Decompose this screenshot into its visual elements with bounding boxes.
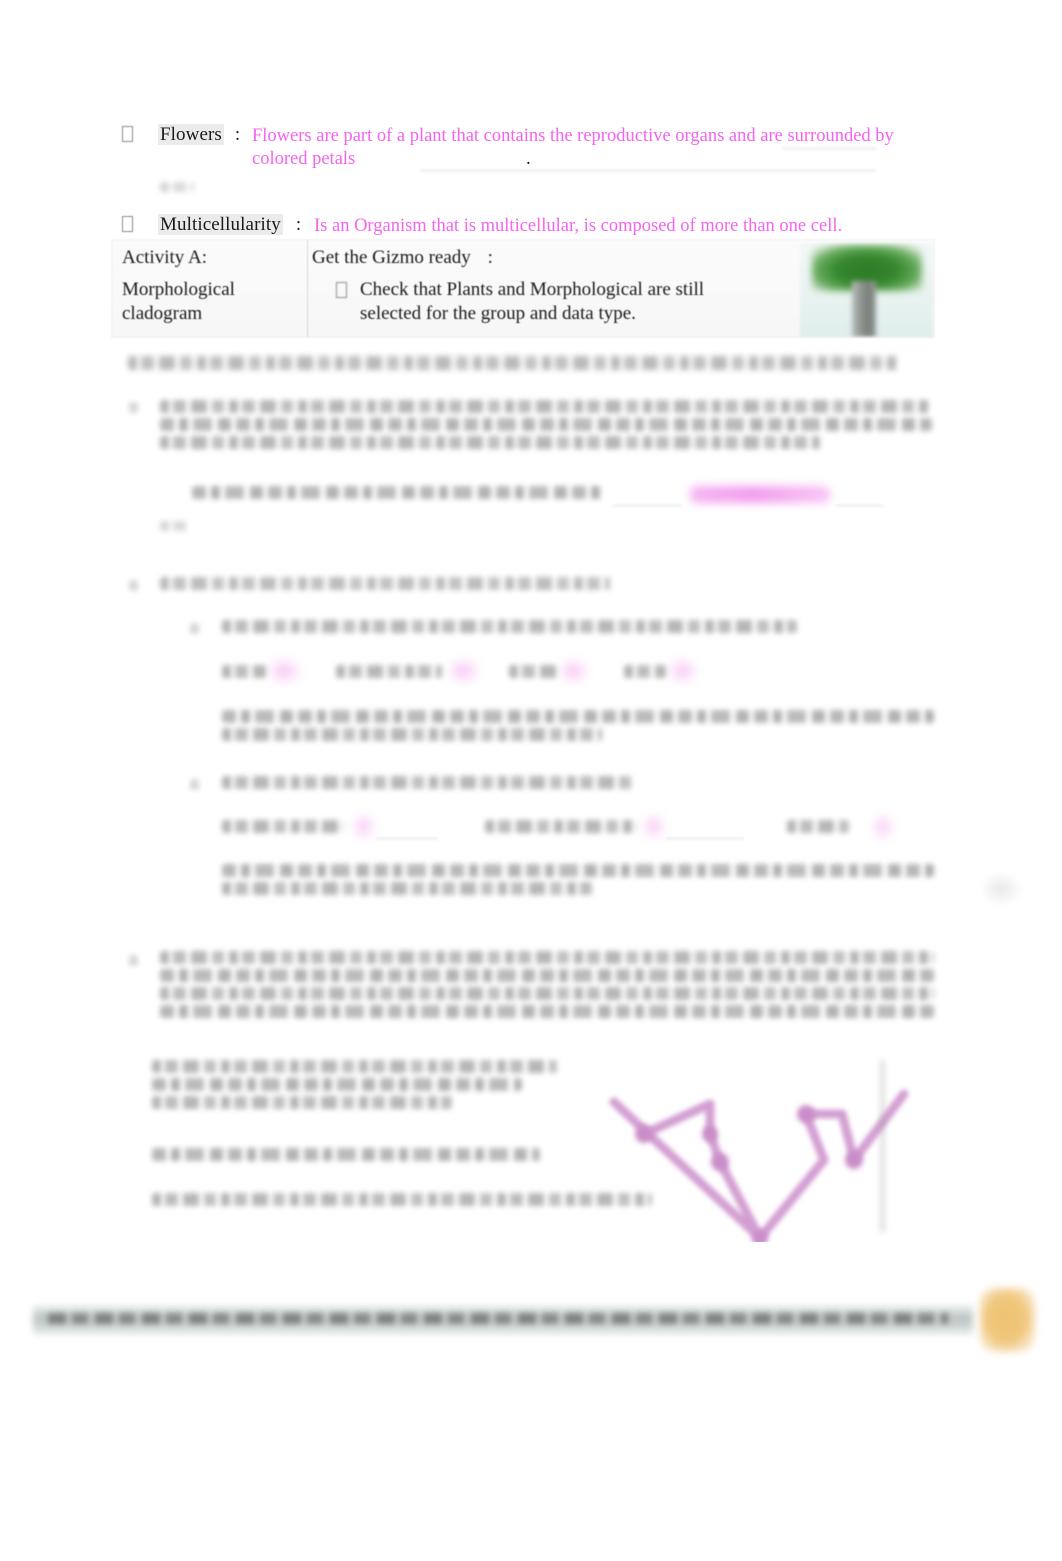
vocab-colon: :	[295, 214, 302, 235]
gizmo-ready-heading: Get the Gizmo ready :	[312, 246, 812, 270]
cladogram-node-2	[702, 1126, 718, 1142]
item-1-pink-answer[interactable]	[690, 486, 830, 503]
item-2a-label-1-redacted	[222, 665, 266, 683]
item-2b-label-3-redacted	[787, 820, 849, 838]
item-2b-pink-answer-3[interactable]	[876, 818, 890, 836]
item-3-sub-a-redacted	[152, 1060, 557, 1114]
page-margin-smudge	[980, 872, 1022, 906]
green-tree-illustration	[800, 243, 933, 337]
tree-trunk-icon	[852, 281, 876, 337]
item-2-heading-redacted	[160, 577, 610, 595]
footer-corner-mark-icon	[980, 1288, 1035, 1352]
item-2a-pink-answer-1[interactable]	[272, 663, 298, 679]
redacted-fragment	[160, 182, 194, 192]
item-2a-pink-answer-4[interactable]	[672, 663, 694, 679]
vocab-colon: :	[234, 124, 241, 145]
item-3-sub-c-redacted	[152, 1193, 652, 1211]
list-number-1-redacted	[129, 402, 138, 413]
activity-table-right-cell: Get the Gizmo ready : Check that Plants …	[312, 246, 812, 326]
item-2a-note-redacted	[222, 710, 934, 746]
bullet-glyph-icon	[336, 282, 347, 298]
item-1-prompt-redacted	[192, 486, 602, 504]
vocab-term-multicellularity: Multicellularity	[158, 214, 283, 235]
redacted-fragment	[160, 521, 188, 531]
question-heading-redacted	[128, 356, 898, 375]
gizmo-ready-label: Get the Gizmo ready	[312, 247, 471, 268]
hand-drawn-cladogram	[592, 1042, 922, 1246]
list-number-3-redacted	[129, 955, 138, 966]
document-page: Flowers : Flowers are part of a plant th…	[0, 0, 1062, 1561]
item-2a-label-2-redacted	[336, 665, 442, 683]
activity-subtitle-line1: Morphological	[122, 279, 235, 300]
cladogram-branch-outer-right	[849, 1089, 909, 1165]
item-3-body-redacted	[160, 951, 934, 1023]
cladogram-node-1	[635, 1125, 653, 1143]
item-2b-label-2-redacted	[485, 820, 637, 838]
activity-subtitle-line2: cladogram	[122, 303, 203, 324]
gizmo-instruction-line2: selected for the group and data type.	[360, 303, 636, 324]
bullet-glyph-icon	[122, 126, 135, 145]
item-2b-pink-answer-1[interactable]	[356, 818, 372, 835]
cladogram-node-4	[797, 1105, 815, 1123]
cladogram-branch-4	[755, 1155, 829, 1243]
answer-blank-line	[782, 148, 876, 149]
answer-blank-line	[420, 170, 876, 171]
item-2a-question-redacted	[222, 620, 797, 638]
answer-blank-line	[666, 838, 744, 839]
item-2a-pink-answer-2[interactable]	[452, 663, 476, 679]
item-2b-label-1-redacted	[222, 820, 344, 838]
item-3-sub-b-redacted	[152, 1148, 540, 1166]
activity-heading: Activity A:	[122, 247, 207, 268]
cladogram-right-axis-line	[880, 1060, 885, 1232]
answer-blank-line	[612, 505, 682, 506]
item-2a-pink-answer-3[interactable]	[563, 663, 585, 679]
activity-table-left-cell: Activity A: Morphological cladogram	[122, 246, 302, 326]
table-column-divider	[307, 240, 308, 337]
footer-text-redacted	[48, 1313, 948, 1324]
sublist-letter-a-redacted	[190, 623, 199, 634]
item-2a-label-4-redacted	[624, 665, 666, 683]
cladogram-branch-outer-left	[609, 1097, 765, 1243]
vocab-answer-multicellularity[interactable]: Is an Organism that is multicellular, is…	[314, 215, 1014, 238]
item-2b-question-redacted	[222, 776, 632, 794]
item-2b-note-redacted	[222, 864, 934, 900]
sublist-letter-b-redacted	[190, 779, 199, 790]
list-number-2-redacted	[129, 580, 138, 591]
item-2a-label-3-redacted	[509, 665, 557, 683]
bullet-glyph-icon	[122, 216, 135, 235]
cladogram-branch-3	[715, 1157, 765, 1243]
item-2b-pink-answer-2[interactable]	[646, 818, 662, 835]
gizmo-instruction-line1: Check that Plants and Morphological are …	[360, 279, 705, 300]
answer-blank-line	[376, 838, 438, 839]
cladogram-node-3	[711, 1153, 729, 1171]
cladogram-branch-1	[639, 1099, 715, 1139]
answer-blank-line	[836, 505, 884, 506]
gizmo-ready-colon: :	[487, 247, 493, 268]
item-1-body-redacted	[160, 400, 932, 454]
vocab-answer-period: .	[526, 148, 531, 169]
cladogram-svg	[609, 1060, 909, 1246]
vocab-term-flowers: Flowers	[158, 124, 224, 145]
cladogram-node-5	[845, 1151, 863, 1169]
